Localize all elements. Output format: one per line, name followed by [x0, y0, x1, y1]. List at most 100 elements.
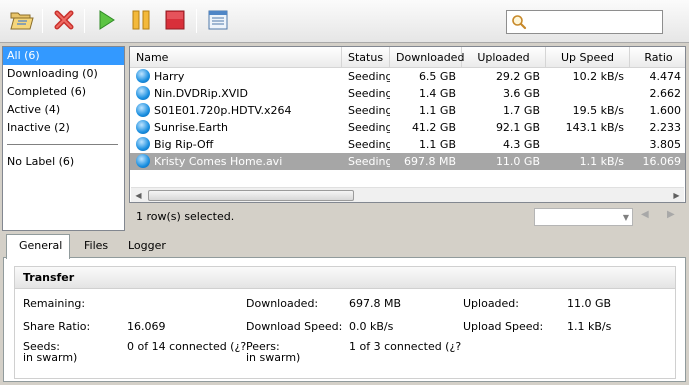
transfer-group-title: Transfer: [15, 267, 675, 289]
sidebar-divider: [7, 144, 118, 145]
search-box[interactable]: [506, 10, 663, 34]
tab-logger[interactable]: Logger: [116, 236, 174, 258]
torrent-downloaded: 1.4 GB: [418, 87, 456, 100]
torrent-up-speed: 10.2 kB/s: [572, 70, 624, 83]
sidebar-item-no-label[interactable]: No Label (6): [3, 153, 124, 171]
stop-icon: [164, 9, 186, 34]
torrent-uploaded: 29.2 GB: [495, 70, 540, 83]
download-speed-label: Download Speed:: [246, 320, 343, 333]
torrent-ratio: 2.233: [649, 121, 682, 134]
previous-page-icon[interactable]: ◀: [641, 209, 649, 220]
tab-files[interactable]: Files: [72, 236, 114, 258]
page-select[interactable]: ▼: [534, 208, 633, 226]
filter-sidebar: All (6) Downloading (0) Completed (6) Ac…: [2, 46, 125, 231]
torrent-up-speed: [546, 136, 630, 153]
preferences-icon: [207, 9, 229, 34]
seeds-sublabel: in swarm): [23, 351, 78, 364]
torrent-status: Seeding: [348, 87, 390, 100]
sidebar-item-active[interactable]: Active (4): [3, 101, 124, 119]
torrent-list[interactable]: Name Status Downloaded Uploaded Up Speed…: [129, 46, 686, 203]
table-row[interactable]: Big Rip-Off Seeding 1.1 GB 4.3 GB 3.805: [130, 136, 685, 153]
table-row[interactable]: Sunrise.Earth Seeding 41.2 GB 92.1 GB 14…: [130, 119, 685, 136]
torrent-downloaded: 6.5 GB: [418, 70, 456, 83]
torrent-up-speed: 19.5 kB/s: [572, 104, 624, 117]
start-button[interactable]: [91, 7, 121, 35]
torrent-uploaded: 4.3 GB: [502, 138, 540, 151]
chevron-down-icon: ▼: [622, 213, 629, 222]
remaining-label: Remaining:: [23, 297, 86, 310]
pause-icon: [130, 9, 152, 34]
torrent-name: Sunrise.Earth: [154, 121, 228, 134]
peers-sublabel: in swarm): [246, 351, 301, 364]
folder-open-icon: [10, 9, 34, 34]
torrent-downloaded: 697.8 MB: [403, 155, 456, 168]
column-header-status[interactable]: Status: [342, 47, 390, 68]
torrent-status: Seeding: [348, 138, 390, 151]
torrent-status: Seeding: [348, 155, 390, 168]
seeds-value: 0 of 14 connected (¿?: [127, 340, 247, 353]
torrent-ratio: 2.662: [649, 87, 682, 100]
uploaded-value: 11.0 GB: [567, 297, 612, 310]
torrent-name: Nin.DVDRip.XVID: [154, 87, 248, 100]
scrollbar-thumb[interactable]: [148, 190, 354, 201]
column-header-downloaded[interactable]: Downloaded: [390, 47, 464, 68]
torrent-ratio: 16.069: [642, 155, 682, 168]
remove-x-icon: [53, 9, 75, 34]
share-ratio-label: Share Ratio:: [23, 320, 91, 333]
pause-button[interactable]: [126, 7, 156, 35]
torrent-downloaded: 1.1 GB: [418, 104, 456, 117]
table-row[interactable]: Nin.DVDRip.XVID Seeding 1.4 GB 3.6 GB 2.…: [130, 85, 685, 102]
torrent-uploaded: 1.7 GB: [502, 104, 540, 117]
torrent-name: S01E01.720p.HDTV.x264: [154, 104, 292, 117]
download-speed-value: 0.0 kB/s: [349, 320, 394, 333]
table-row[interactable]: Harry Seeding 6.5 GB 29.2 GB 10.2 kB/s 4…: [130, 68, 685, 85]
torrent-status: Seeding: [348, 104, 390, 117]
search-icon: [511, 14, 527, 33]
column-header-ratio[interactable]: Ratio: [630, 47, 685, 68]
column-header-uploaded[interactable]: Uploaded: [462, 47, 546, 68]
tab-general[interactable]: General: [6, 234, 70, 259]
table-row[interactable]: S01E01.720p.HDTV.x264 Seeding 1.1 GB 1.7…: [130, 102, 685, 119]
next-page-icon[interactable]: ▶: [667, 209, 675, 220]
sidebar-item-downloading[interactable]: Downloading (0): [3, 65, 124, 83]
torrent-uploaded: 11.0 GB: [495, 155, 540, 168]
list-header: Name Status Downloaded Uploaded Up Speed…: [130, 47, 685, 68]
torrent-downloaded: 1.1 GB: [418, 138, 456, 151]
torrent-name: Harry: [154, 70, 185, 83]
remove-button[interactable]: [49, 7, 79, 35]
column-header-name[interactable]: Name: [130, 47, 342, 68]
torrent-ratio: 4.474: [649, 70, 682, 83]
preferences-button[interactable]: [203, 7, 233, 35]
torrent-ratio: 1.600: [649, 104, 682, 117]
general-panel: Transfer Remaining: Share Ratio: 16.069 …: [3, 257, 686, 382]
torrent-ratio: 3.805: [649, 138, 682, 151]
upload-speed-label: Upload Speed:: [463, 320, 544, 333]
scroll-left-icon[interactable]: ◀: [131, 188, 146, 202]
column-header-up-speed[interactable]: Up Speed: [546, 47, 630, 68]
open-torrent-button[interactable]: [7, 7, 37, 35]
stop-button[interactable]: [160, 7, 190, 35]
torrent-up-speed: [546, 85, 630, 102]
torrent-uploaded: 3.6 GB: [502, 87, 540, 100]
torrent-downloaded: 41.2 GB: [411, 121, 456, 134]
search-input[interactable]: [531, 13, 659, 31]
transfer-group: Transfer Remaining: Share Ratio: 16.069 …: [14, 266, 676, 379]
play-icon: [96, 9, 116, 34]
table-row-selected[interactable]: Kristy Comes Home.avi Seeding 697.8 MB 1…: [130, 153, 685, 170]
sidebar-item-completed[interactable]: Completed (6): [3, 83, 124, 101]
torrent-name: Big Rip-Off: [154, 138, 214, 151]
scroll-right-icon[interactable]: ▶: [669, 188, 684, 202]
torrent-up-speed: 1.1 kB/s: [579, 155, 624, 168]
torrent-status: Seeding: [348, 70, 390, 83]
torrent-status: Seeding: [348, 121, 390, 134]
horizontal-scrollbar[interactable]: ◀ ▶: [131, 187, 684, 202]
selection-status: 1 row(s) selected.: [136, 210, 235, 223]
sidebar-item-all[interactable]: All (6): [3, 47, 124, 65]
torrent-uploaded: 92.1 GB: [495, 121, 540, 134]
downloaded-label: Downloaded:: [246, 297, 319, 310]
status-bar: 1 row(s) selected. ▼ ◀ ▶: [129, 204, 686, 230]
share-ratio-value: 16.069: [127, 320, 166, 333]
sidebar-item-inactive[interactable]: Inactive (2): [3, 119, 124, 137]
torrent-name: Kristy Comes Home.avi: [154, 155, 283, 168]
peers-value: 1 of 3 connected (¿?: [349, 340, 462, 353]
